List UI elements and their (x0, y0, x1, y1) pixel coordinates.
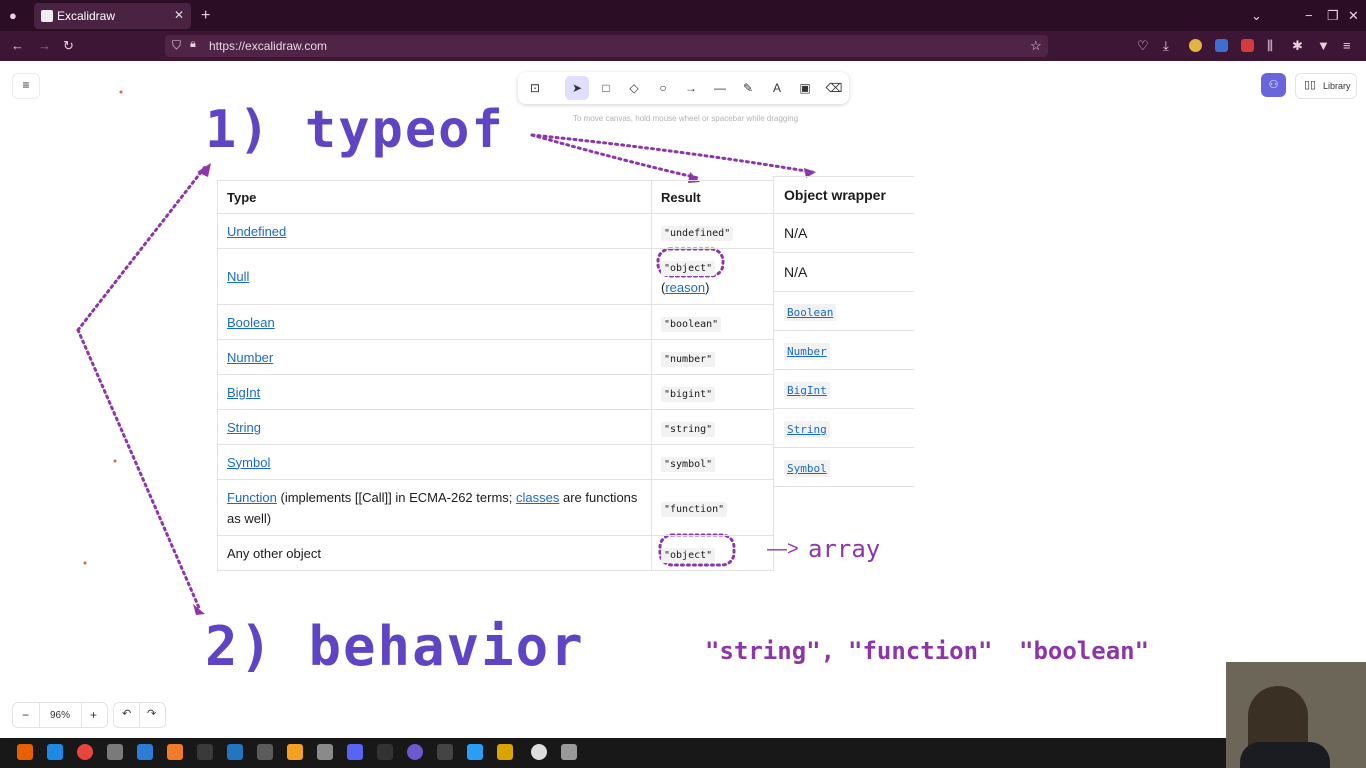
result-code: "number" (661, 351, 716, 367)
result-code: "symbol" (661, 456, 716, 472)
divider (139, 703, 140, 727)
table-header-row: Type Result (217, 180, 774, 214)
type-text: Any other object (227, 545, 321, 561)
example-function[interactable]: "function" (848, 637, 993, 665)
table-row: Symbol (773, 447, 914, 487)
stray-dot (113, 459, 117, 463)
undo-redo-controls: ↶ ↷ (113, 702, 166, 728)
database-taskbar-icon[interactable] (317, 744, 333, 760)
wrapper-link[interactable]: Boolean (784, 304, 837, 321)
function-description: (implements [[Call]] in ECMA-262 terms; (276, 489, 516, 505)
zoom-out-button[interactable]: − (22, 708, 29, 722)
paren-close: ) (705, 279, 710, 295)
type-link[interactable]: Number (227, 350, 273, 365)
vscode-taskbar-icon[interactable] (227, 744, 243, 760)
divider (39, 703, 40, 727)
arrow-to-typeof (76, 165, 207, 332)
wrapper-link[interactable]: Symbol (784, 460, 830, 477)
firefox-taskbar-icon[interactable] (17, 744, 33, 760)
example-boolean[interactable]: "boolean" (1019, 637, 1149, 665)
person-shirt (1240, 742, 1330, 768)
table-row: Function (implements [[Call]] in ECMA-26… (217, 479, 774, 536)
type-link[interactable]: Function (227, 490, 277, 505)
zoom-in-button[interactable]: + (90, 708, 97, 722)
table-row: Number "number" (217, 339, 774, 375)
array-label[interactable]: array (808, 535, 880, 563)
result-code: "boolean" (661, 316, 722, 332)
terminal-taskbar-icon[interactable] (197, 744, 213, 760)
app-taskbar-icon[interactable] (377, 744, 393, 760)
table-header-row: Object wrapper (773, 176, 914, 214)
redo-button[interactable]: ↷ (147, 707, 156, 720)
app-taskbar-icon[interactable] (257, 744, 273, 760)
app-taskbar-icon[interactable] (167, 744, 183, 760)
table-row: Boolean "boolean" (217, 304, 774, 340)
table-row: Boolean (773, 291, 914, 331)
table-row: Any other object "object" (217, 535, 774, 571)
edge-taskbar-icon[interactable] (47, 744, 63, 760)
app-taskbar-icon[interactable] (287, 744, 303, 760)
app-taskbar-icon[interactable] (437, 744, 453, 760)
result-code: "bigint" (661, 386, 716, 402)
type-link[interactable]: BigInt (227, 385, 260, 400)
table-row: Undefined "undefined" (217, 213, 774, 249)
column-header-type: Type (217, 180, 652, 214)
wrapper-link[interactable]: Number (784, 343, 830, 360)
column-header-result: Result (651, 180, 774, 214)
app-taskbar-icon[interactable] (347, 744, 363, 760)
table-row: String (773, 408, 914, 448)
app-taskbar-icon[interactable] (561, 744, 577, 760)
classes-link[interactable]: classes (516, 490, 559, 505)
table-row: BigInt "bigint" (217, 374, 774, 410)
table-row: Number (773, 330, 914, 370)
result-code: "object" (661, 260, 716, 276)
result-code: "string" (661, 421, 716, 437)
reason-link[interactable]: reason (665, 280, 705, 295)
app-taskbar-icon[interactable] (497, 744, 513, 760)
typeof-results-table[interactable]: Type Result Undefined "undefined" Null "… (217, 180, 774, 571)
app-taskbar-icon[interactable] (407, 744, 423, 760)
wrapper-link[interactable]: String (784, 421, 830, 438)
type-link[interactable]: Null (227, 269, 249, 284)
divider (81, 703, 82, 727)
wrapper-link[interactable]: BigInt (784, 382, 830, 399)
zoom-controls: − 96% + (12, 702, 108, 728)
table-row: BigInt (773, 369, 914, 409)
wrapper-cell: N/A (773, 252, 914, 292)
table-row: Symbol "symbol" (217, 444, 774, 480)
webcam-overlay (1226, 662, 1366, 768)
undo-button[interactable]: ↶ (122, 707, 131, 720)
result-code: "function" (661, 502, 728, 517)
type-link[interactable]: Undefined (227, 224, 286, 239)
object-wrapper-table[interactable]: Object wrapper N/A N/A Boolean Number Bi… (773, 176, 914, 487)
arrow-to-result (530, 133, 700, 180)
arrow-to-object-wrapper (530, 133, 814, 174)
app-taskbar-icon[interactable] (467, 744, 483, 760)
chrome-taskbar-icon[interactable] (77, 744, 93, 760)
table-row: N/A (773, 252, 914, 292)
zoom-level[interactable]: 96% (50, 710, 70, 721)
arrow-to-behavior (76, 328, 202, 612)
obs-taskbar-icon[interactable] (531, 744, 547, 760)
result-code: "object" (661, 547, 716, 563)
table-row: String "string" (217, 409, 774, 445)
document-taskbar-icon[interactable] (137, 744, 153, 760)
wrapper-cell: N/A (773, 213, 914, 253)
table-row: Null "object" (reason) (217, 248, 774, 305)
array-arrow[interactable]: —> (767, 538, 799, 561)
type-link[interactable]: Symbol (227, 455, 270, 470)
type-link[interactable]: String (227, 420, 261, 435)
stray-dot (119, 90, 123, 94)
example-string[interactable]: "string", (705, 637, 835, 665)
table-row: N/A (773, 213, 914, 253)
files-taskbar-icon[interactable] (107, 744, 123, 760)
stray-dot (83, 561, 87, 565)
column-header-object-wrapper: Object wrapper (773, 176, 914, 214)
type-link[interactable]: Boolean (227, 315, 275, 330)
result-code: "undefined" (661, 225, 734, 241)
